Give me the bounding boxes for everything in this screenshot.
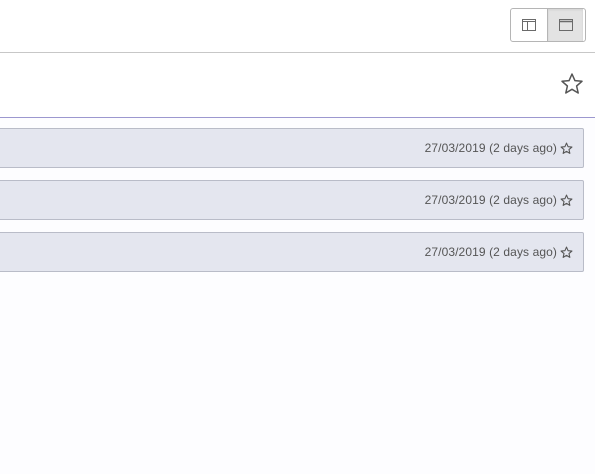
star-outline-icon[interactable] — [560, 142, 573, 155]
split-pane-icon — [522, 19, 536, 31]
message-date: 27/03/2019 (2 days ago) — [424, 141, 557, 155]
star-outline-icon[interactable] — [560, 194, 573, 207]
view-mode-toggle — [510, 8, 586, 42]
full-pane-icon — [558, 19, 573, 31]
page: 27/03/2019 (2 days ago) 27/03/2019 (2 da… — [0, 0, 595, 474]
star-outline-icon[interactable] — [560, 72, 584, 96]
full-view-button[interactable] — [547, 9, 583, 41]
split-view-button[interactable] — [511, 9, 547, 41]
message-list: 27/03/2019 (2 days ago) 27/03/2019 (2 da… — [0, 117, 595, 474]
message-date: 27/03/2019 (2 days ago) — [424, 193, 557, 207]
list-item[interactable]: 27/03/2019 (2 days ago) — [0, 128, 584, 168]
star-outline-icon[interactable] — [560, 246, 573, 259]
list-item[interactable]: 27/03/2019 (2 days ago) — [0, 232, 584, 272]
top-toolbar — [0, 0, 595, 53]
message-header — [0, 53, 595, 116]
message-date: 27/03/2019 (2 days ago) — [424, 245, 557, 259]
list-item[interactable]: 27/03/2019 (2 days ago) — [0, 180, 584, 220]
